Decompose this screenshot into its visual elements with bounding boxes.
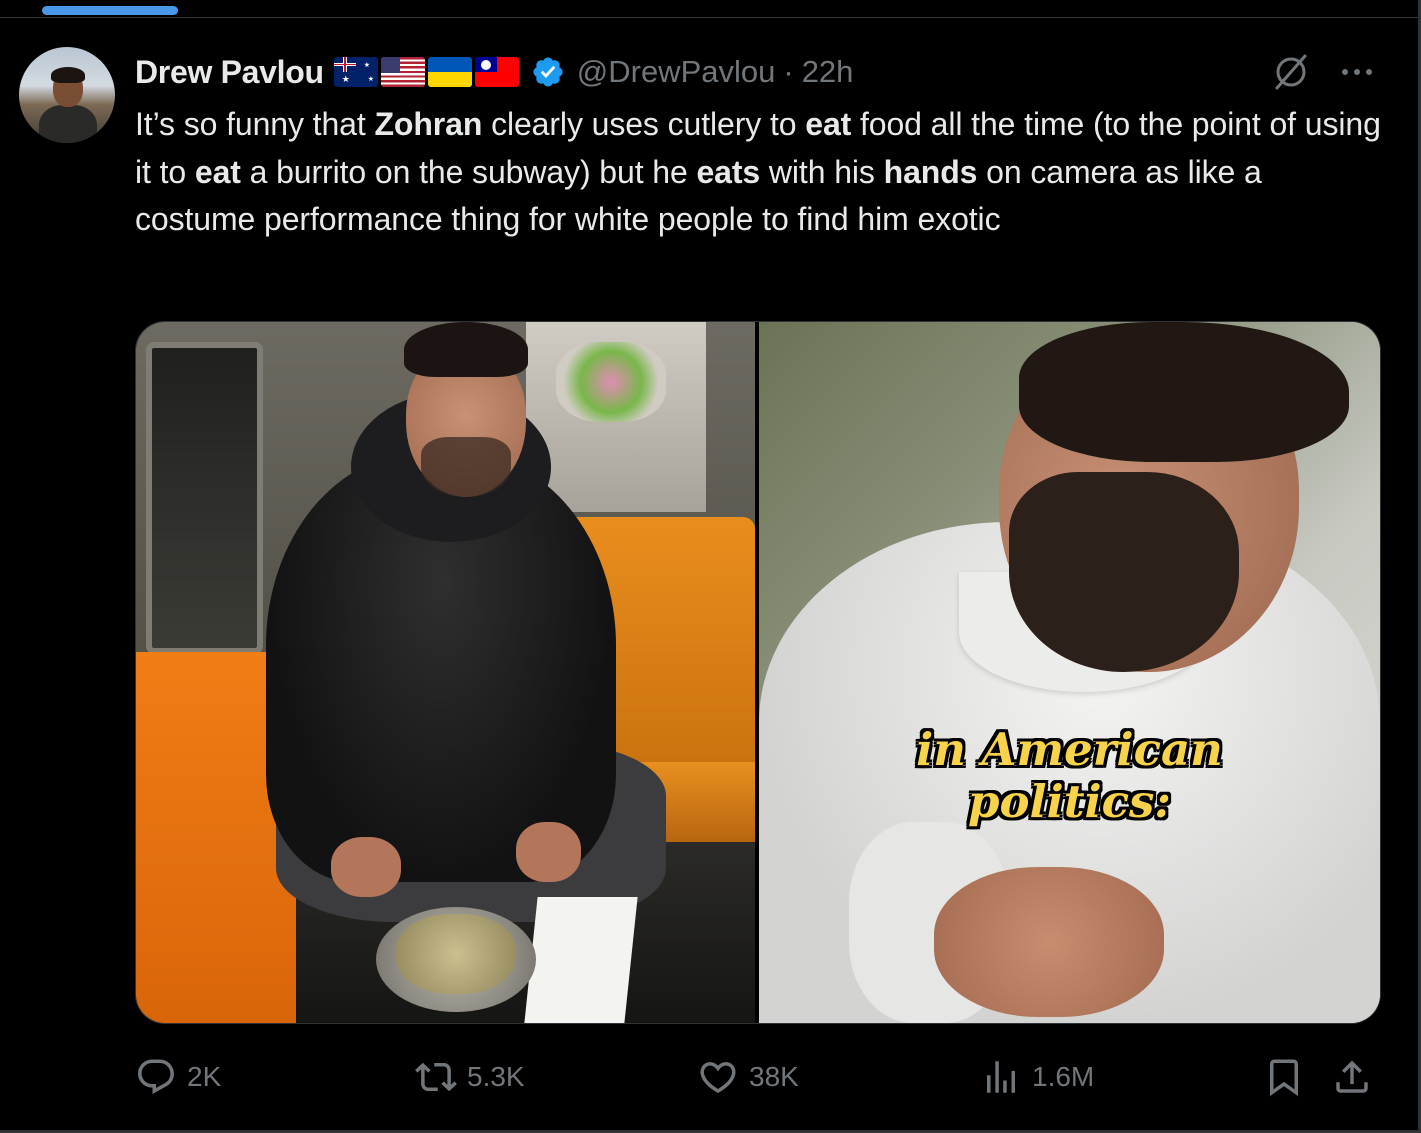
tweet-text-segment: with his <box>760 153 884 190</box>
tweet-text-segment: clearly uses cutlery to <box>482 106 806 142</box>
repost-button[interactable]: 5.3K <box>415 1054 525 1100</box>
media-image-subway-burrito[interactable] <box>136 322 755 1023</box>
avatar-body <box>39 105 97 143</box>
header-separator: · <box>783 54 794 89</box>
reply-button[interactable]: 2K <box>135 1054 221 1100</box>
author-handle[interactable]: @DrewPavlou <box>577 54 776 90</box>
heart-icon <box>700 1062 736 1094</box>
tweet-text-bold-segment: Zohran <box>374 106 483 142</box>
reply-icon <box>138 1059 174 1094</box>
tweet-timestamp[interactable]: 22h <box>802 54 854 90</box>
video-caption-line2: politics: <box>968 775 1171 828</box>
views-count: 1.6M <box>1032 1061 1095 1092</box>
video-caption: in American politics: <box>759 724 1380 828</box>
more-options-icon[interactable] <box>1337 58 1377 86</box>
media-image-eating-with-hands[interactable]: in American politics: <box>759 322 1380 1023</box>
bookmark-button[interactable] <box>1263 1054 1305 1100</box>
tweet-text-bold-segment: eat <box>805 106 852 142</box>
tweet-header: Drew Pavlou ★ ★ ★ @DrewPavlou · 22h <box>135 50 853 94</box>
views-button[interactable]: 1.6M <box>980 1054 1094 1100</box>
tweet-media: in American politics: <box>135 321 1381 1024</box>
top-divider <box>0 17 1421 18</box>
author-name[interactable]: Drew Pavlou <box>135 54 324 91</box>
like-count: 38K <box>749 1061 799 1092</box>
tweet-text: It’s so funny that Zohran clearly uses c… <box>135 101 1385 244</box>
tweet-text-bold-segment: eats <box>696 153 761 190</box>
ukraine-flag-icon <box>427 57 472 87</box>
repost-icon <box>415 1062 457 1092</box>
author-avatar[interactable] <box>19 47 115 143</box>
share-icon <box>1336 1060 1368 1093</box>
tweet-actions: 2K 5.3K 38K 1.6M <box>135 1054 1379 1100</box>
taiwan-flag-icon <box>474 57 519 87</box>
repost-count: 5.3K <box>467 1061 525 1092</box>
grok-icon[interactable] <box>1271 52 1311 92</box>
reply-count: 2K <box>187 1061 222 1092</box>
tweet-text-segment: It’s so funny that <box>135 106 375 142</box>
tweet-text-bold-segment: eat <box>194 153 241 190</box>
australia-flag-icon: ★ ★ ★ <box>333 57 378 87</box>
author-flags: ★ ★ ★ <box>333 57 519 87</box>
verified-badge-icon <box>533 57 563 87</box>
tweet-text-segment: a burrito on the subway) but he <box>240 153 697 190</box>
scroll-progress-indicator <box>42 6 178 15</box>
tweet-text-bold-segment: hands <box>883 153 978 190</box>
share-button[interactable] <box>1331 1054 1373 1100</box>
avatar-hair <box>51 67 85 83</box>
usa-flag-icon <box>380 57 425 87</box>
views-chart-icon <box>987 1061 1015 1093</box>
bookmark-icon <box>1270 1059 1298 1097</box>
like-button[interactable]: 38K <box>697 1054 799 1100</box>
video-caption-line1: in American <box>916 723 1223 776</box>
